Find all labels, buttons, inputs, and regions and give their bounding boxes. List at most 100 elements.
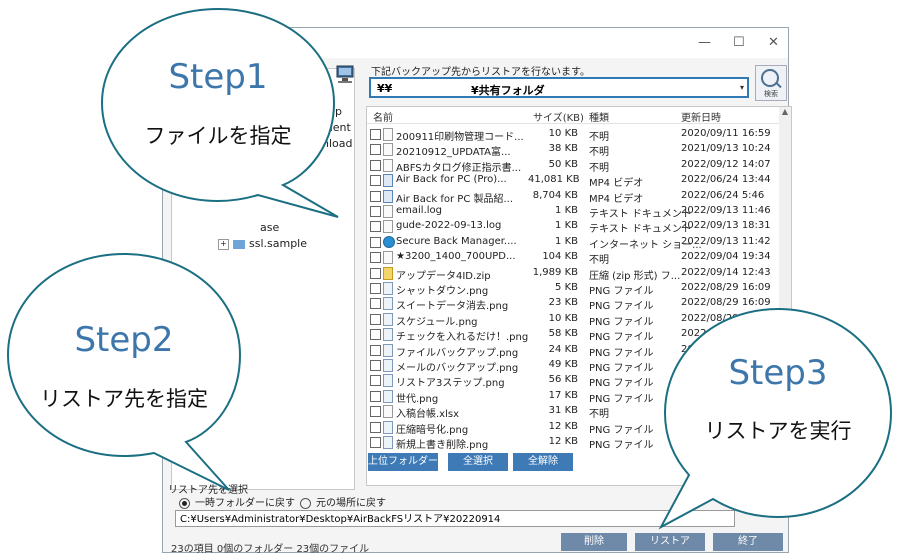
restore-button[interactable]: リストア [635, 533, 705, 551]
file-icon [383, 235, 395, 248]
row-checkbox[interactable] [370, 329, 381, 341]
status-bar: 23の項目 0個のフォルダー 23個のファイル [171, 544, 370, 555]
file-name: 20210912_UPDATA富... [396, 147, 511, 159]
file-icon [383, 282, 393, 295]
row-checkbox[interactable] [370, 406, 381, 418]
row-checkbox[interactable] [370, 344, 381, 356]
expand-icon[interactable]: + [218, 238, 229, 250]
file-date: 2022/09/13 11:42 [681, 235, 771, 247]
table-row[interactable]: シャットダウン.png 5 KB PNG ファイル 2022/08/29 16:09 [367, 281, 777, 297]
row-checkbox[interactable] [370, 252, 381, 264]
deselect-all-button[interactable]: 全解除 [513, 453, 573, 471]
radio-selected-icon[interactable] [179, 497, 190, 509]
row-checkbox[interactable] [370, 236, 381, 248]
step3-callout: Step3 リストアを実行 [658, 305, 895, 530]
close-button[interactable]: ✕ [768, 35, 779, 50]
file-icon [383, 420, 393, 434]
row-checkbox[interactable] [370, 283, 381, 294]
file-type: MP4 ビデオ [589, 178, 644, 190]
file-name: メールのバックアップ.png [396, 363, 519, 374]
radio-original-location[interactable]: 元の場所に戻す [300, 494, 386, 509]
file-size: 12 KB [548, 420, 578, 432]
table-row[interactable]: Air Back for PC (Pro)... 41,081 KB MP4 ビデオ… [367, 173, 777, 190]
file-size: 49 KB [548, 359, 578, 370]
table-row[interactable]: 20210912_UPDATA富... 38 KB 不明 2021/09/13 10:… [367, 142, 777, 159]
file-type: MP4 ビデオ [589, 193, 644, 205]
row-checkbox[interactable] [370, 221, 381, 233]
scroll-up-icon[interactable]: ▲ [779, 107, 791, 116]
row-checkbox[interactable] [370, 437, 381, 448]
row-checkbox[interactable] [370, 421, 381, 433]
file-name: スイートデータ消去.png [396, 301, 509, 313]
table-row[interactable]: Air Back for PC 製品紹... 8,704 KB MP4 ビデオ 202… [367, 189, 777, 205]
file-type: 不明 [589, 255, 609, 267]
file-size: 1 KB [555, 235, 578, 247]
table-row[interactable]: 200911印刷物管理コード... 10 KB 不明 2020/09/11 16:59 [367, 127, 777, 143]
row-checkbox[interactable] [370, 206, 381, 217]
file-name: ABFSカタログ修正指示書... [396, 162, 522, 174]
row-checkbox[interactable] [370, 390, 381, 402]
select-all-button[interactable]: 全選択 [448, 453, 508, 471]
file-size: 10 KB [548, 312, 578, 324]
column-header-date[interactable]: 更新日時 [681, 109, 721, 124]
speech-bubble-icon [6, 252, 242, 491]
exit-button[interactable]: 終了 [713, 533, 783, 551]
table-row[interactable]: Secure Back Manager.... 1 KB インターネット ショー..… [367, 235, 777, 251]
destination-path-input[interactable]: C:¥Users¥Administrator¥Desktop¥AirBackFS… [175, 510, 735, 527]
row-checkbox[interactable] [370, 159, 381, 171]
row-checkbox[interactable] [370, 298, 381, 310]
file-size: 24 KB [548, 343, 578, 355]
file-date: 2022/09/14 12:43 [681, 266, 771, 278]
table-row[interactable]: ABFSカタログ修正指示書... 50 KB 不明 2022/09/12 14:07 [367, 158, 777, 174]
file-icon [383, 405, 393, 419]
file-icon [383, 266, 393, 280]
source-path-select[interactable]: ¥¥ ¥共有フォルダ ▾ [369, 77, 749, 98]
tree-item[interactable]: + ssl.sample [218, 237, 307, 250]
table-row[interactable]: ★3200_1400_700UPD... 104 KB 不明 2022/09/04 1… [367, 250, 777, 267]
header-divider [367, 123, 779, 124]
step2-callout: Step2 リストア先を指定 [4, 250, 244, 491]
table-row[interactable]: アップデータ4ID.zip 1,989 KB 圧縮 (zip 形式) フ... 202… [367, 266, 777, 282]
row-checkbox[interactable] [370, 129, 381, 140]
up-folder-button[interactable]: 上位フォルダー [368, 453, 438, 471]
row-checkbox[interactable] [370, 313, 381, 325]
file-date: 2022/09/13 11:46 [681, 205, 771, 216]
row-checkbox[interactable] [370, 267, 381, 279]
file-name: 入稿台帳.xlsx [396, 409, 460, 421]
file-size: 17 KB [548, 389, 578, 401]
file-size: 58 KB [548, 328, 578, 340]
row-checkbox[interactable] [370, 375, 381, 387]
minimize-button[interactable]: — [698, 35, 711, 50]
column-header-size[interactable]: サイズ(KB) [533, 109, 584, 124]
file-icon [383, 189, 393, 203]
file-size: 1,989 KB [532, 266, 578, 278]
radio-unselected-icon[interactable] [300, 497, 311, 509]
file-icon [383, 328, 393, 342]
column-header-name[interactable]: 名前 [373, 109, 393, 124]
file-date: 2022/08/29 16:09 [681, 282, 771, 293]
row-checkbox[interactable] [370, 190, 381, 202]
row-checkbox[interactable] [370, 175, 381, 187]
maximize-button[interactable]: ☐ [733, 35, 745, 50]
table-row[interactable]: email.log 1 KB テキスト ドキュメント 2022/09/13 11:46 [367, 204, 777, 220]
row-checkbox[interactable] [370, 360, 381, 371]
file-date: 2022/09/13 18:31 [681, 220, 771, 232]
delete-button[interactable]: 削除 [561, 533, 627, 551]
radio-temp-folder[interactable]: 一時フォルダーに戻す [179, 494, 295, 509]
file-name: Air Back for PC (Pro)... [396, 174, 507, 186]
file-type: PNG ファイル [589, 301, 654, 313]
step3-description: リストアを実行 [704, 419, 852, 443]
file-type: PNG ファイル [589, 424, 654, 436]
column-header-type[interactable]: 種類 [589, 109, 609, 124]
file-size: 31 KB [548, 405, 578, 417]
row-checkbox[interactable] [370, 144, 381, 156]
search-button[interactable]: 検索 [755, 65, 787, 101]
file-icon [383, 143, 393, 157]
table-row[interactable]: gude-2022-09-13.log 1 KB テキスト ドキュメント 2022/0… [367, 219, 777, 235]
chevron-down-icon[interactable]: ▾ [740, 83, 744, 92]
file-size: 38 KB [548, 143, 578, 155]
radio-label: 一時フォルダーに戻す [195, 498, 295, 509]
file-type: PNG ファイル [589, 393, 654, 405]
tree-item[interactable]: ase [260, 221, 279, 234]
file-name: 世代.png [396, 393, 439, 405]
